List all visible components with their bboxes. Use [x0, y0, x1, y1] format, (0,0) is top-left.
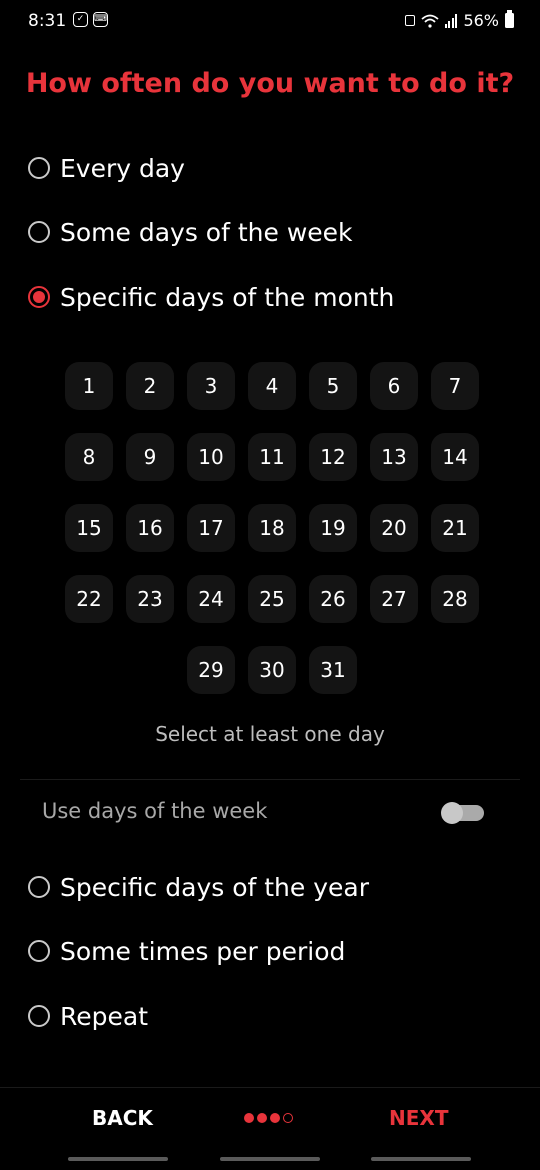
option-every-day[interactable]: Every day [28, 148, 185, 188]
nav-home-handle[interactable] [220, 1157, 320, 1161]
day-6[interactable]: 6 [370, 362, 418, 410]
hint-text: Select at least one day [155, 722, 385, 746]
radio-button[interactable] [28, 286, 50, 308]
day-8[interactable]: 8 [65, 433, 113, 481]
day-3[interactable]: 3 [187, 362, 235, 410]
option-label: Specific days of the year [60, 872, 369, 902]
step-dot [270, 1113, 280, 1123]
day-row: 22 23 24 25 26 27 28 [62, 575, 482, 623]
day-13[interactable]: 13 [370, 433, 418, 481]
wifi-icon [421, 14, 439, 28]
day-16[interactable]: 16 [126, 504, 174, 552]
next-button[interactable]: NEXT [389, 1106, 448, 1130]
step-dot [257, 1113, 267, 1123]
step-dot [283, 1113, 293, 1123]
day-23[interactable]: 23 [126, 575, 174, 623]
option-label: Some times per period [60, 936, 346, 966]
day-10[interactable]: 10 [187, 433, 235, 481]
battery-percent: 56% [463, 11, 499, 30]
step-dot [244, 1113, 254, 1123]
status-system-icons: 56% [404, 10, 514, 30]
radio-button[interactable] [28, 221, 50, 243]
divider [20, 779, 520, 780]
day-row: 15 16 17 18 19 20 21 [62, 504, 482, 552]
day-26[interactable]: 26 [309, 575, 357, 623]
day-27[interactable]: 27 [370, 575, 418, 623]
option-label: Every day [60, 153, 185, 183]
battery-icon [505, 10, 514, 28]
option-label: Specific days of the month [60, 282, 395, 312]
day-5[interactable]: 5 [309, 362, 357, 410]
day-20[interactable]: 20 [370, 504, 418, 552]
day-7[interactable]: 7 [431, 362, 479, 410]
day-17[interactable]: 17 [187, 504, 235, 552]
day-21[interactable]: 21 [431, 504, 479, 552]
status-time: 8:31 [28, 11, 67, 31]
page-title: How often do you want to do it? [25, 68, 515, 99]
day-row: 8 9 10 11 12 13 14 [62, 433, 482, 481]
toggle-thumb [441, 802, 463, 824]
day-row: 1234567 [62, 362, 482, 410]
status-bar: 8:31 ✓ ⌨ 56% [0, 0, 540, 44]
day-14[interactable]: 14 [431, 433, 479, 481]
radio-button[interactable] [28, 876, 50, 898]
step-indicator [244, 1113, 293, 1123]
lock-icon [404, 15, 415, 26]
radio-button[interactable] [28, 940, 50, 962]
use-days-of-week-toggle[interactable] [441, 802, 484, 824]
status-notification-icons: ✓ ⌨ [73, 12, 108, 27]
option-some-times-per-period[interactable]: Some times per period [28, 931, 345, 971]
nav-recents-handle[interactable] [68, 1157, 168, 1161]
day-31[interactable]: 31 [309, 646, 357, 694]
day-18[interactable]: 18 [248, 504, 296, 552]
day-19[interactable]: 19 [309, 504, 357, 552]
day-11[interactable]: 11 [248, 433, 296, 481]
option-specific-days-of-the-year[interactable]: Specific days of the year [28, 867, 369, 907]
option-repeat[interactable]: Repeat [28, 996, 148, 1036]
signal-icon [444, 13, 458, 28]
radio-button[interactable] [28, 157, 50, 179]
day-28[interactable]: 28 [431, 575, 479, 623]
day-24[interactable]: 24 [187, 575, 235, 623]
day-2[interactable]: 2 [126, 362, 174, 410]
day-1[interactable]: 1 [65, 362, 113, 410]
day-25[interactable]: 25 [248, 575, 296, 623]
day-30[interactable]: 30 [248, 646, 296, 694]
keyboard-icon: ⌨ [93, 12, 108, 27]
day-of-month-grid: 1 2 3 4 5 6 7 8 9 10 11 12 13 14 15 16 17 18 19 20 21 22 23 24 2… [62, 362, 482, 717]
option-some-days-of-the-week[interactable]: Some days of the week [28, 212, 353, 252]
back-button[interactable]: BACK [92, 1106, 153, 1130]
option-specific-days-of-the-month[interactable]: Specific days of the month [28, 277, 394, 317]
day-22[interactable]: 22 [65, 575, 113, 623]
check-square-icon: ✓ [73, 12, 88, 27]
option-label: Some days of the week [60, 217, 353, 247]
day-4[interactable]: 4 [248, 362, 296, 410]
day-row: 29 30 31 [62, 646, 482, 694]
nav-back-handle[interactable] [371, 1157, 471, 1161]
use-days-of-week-label: Use days of the week [42, 799, 268, 823]
footer-divider [0, 1087, 540, 1088]
day-9[interactable]: 9 [126, 433, 174, 481]
day-29[interactable]: 29 [187, 646, 235, 694]
day-12[interactable]: 12 [309, 433, 357, 481]
day-15[interactable]: 15 [65, 504, 113, 552]
radio-button[interactable] [28, 1005, 50, 1027]
option-label: Repeat [60, 1001, 149, 1031]
